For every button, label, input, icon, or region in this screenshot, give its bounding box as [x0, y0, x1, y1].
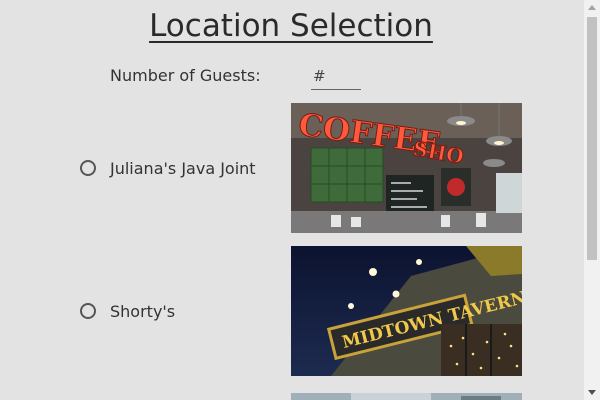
scroll-down-arrow-icon[interactable]	[588, 390, 596, 395]
scroll-up-arrow-icon[interactable]	[588, 5, 596, 10]
location-option-shortys[interactable]: Shorty's MIDTOWN TAVERN	[0, 246, 584, 376]
location-option-java-joint[interactable]: Juliana's Java Joint COFFEE SHO	[0, 103, 584, 233]
radio-shortys[interactable]	[80, 303, 96, 319]
location-photo-partial	[291, 389, 522, 400]
scrollbar-thumb[interactable]	[587, 17, 597, 260]
location-name-java-joint: Juliana's Java Joint	[110, 159, 256, 178]
page-title: Location Selection	[149, 8, 433, 44]
guests-label: Number of Guests:	[110, 66, 261, 85]
radio-java-joint[interactable]	[80, 160, 96, 176]
vertical-scrollbar[interactable]	[584, 0, 600, 400]
location-selection-page: Location Selection Number of Guests: Jul…	[0, 0, 584, 400]
guests-input[interactable]	[311, 62, 361, 90]
tavern-photo: MIDTOWN TAVERN	[291, 246, 522, 376]
coffee-shop-photo: COFFEE SHO	[291, 103, 522, 233]
location-name-shortys: Shorty's	[110, 302, 176, 321]
